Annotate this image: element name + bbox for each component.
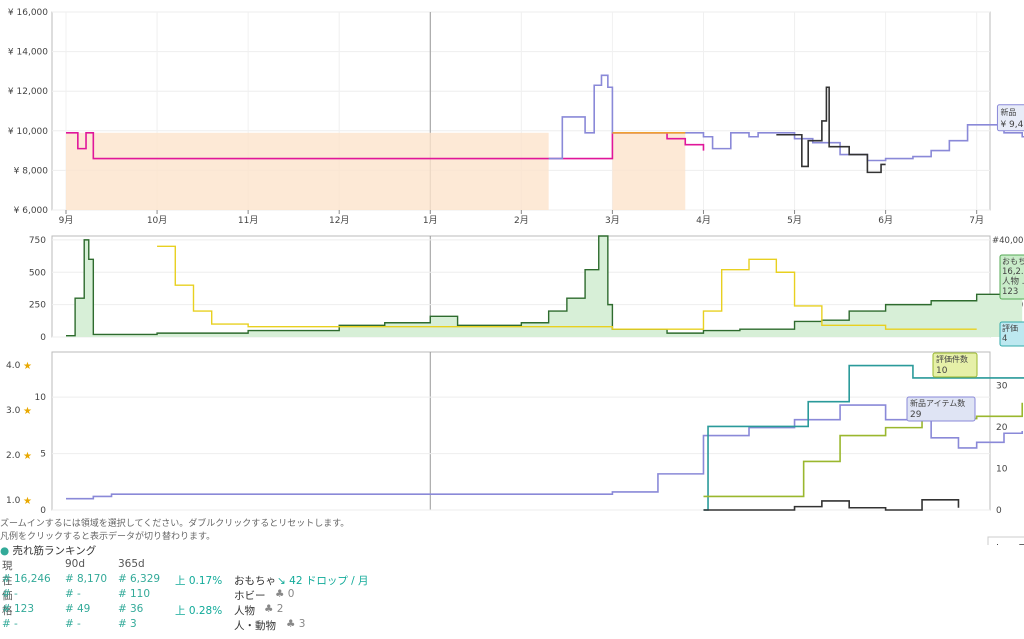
zoom-hint: ズームインするには領域を選択してください。ダブルクリックするとリセットします。 <box>0 519 350 529</box>
hash: # <box>118 573 127 585</box>
rank-y-right-tick: #40,000 <box>992 236 1024 246</box>
rank-change: 上 0.17% <box>175 575 223 587</box>
month-tick-label: 4月 <box>696 215 711 226</box>
rank-current: - <box>14 588 18 600</box>
rating-label-0: 評価件数 <box>936 354 968 364</box>
rank-category: ホビー <box>234 590 266 602</box>
hash: # <box>65 618 74 630</box>
month-tick-label: 6月 <box>878 215 893 226</box>
price-annotation-value: ¥ 9,499 <box>1000 120 1024 130</box>
rank-365d: 36 <box>130 603 144 615</box>
star-icon: ★ <box>23 451 32 462</box>
rating-y-right-tick: 20 <box>996 423 1008 433</box>
price-y-tick: ¥ 10,000 <box>8 127 48 137</box>
rank-365d: 110 <box>130 588 151 600</box>
rank-current: 123 <box>14 603 35 615</box>
rank-90d: - <box>77 588 81 600</box>
rating-star-tick: 4.0 <box>6 361 21 371</box>
hash: # <box>118 618 127 630</box>
date-tooltip-text: 火, 6月 <box>992 543 1024 545</box>
rank-y-tick: 0 <box>40 333 46 343</box>
rank-y-tick: 750 <box>29 236 46 246</box>
subcategory-count: ♣ 2 <box>264 603 284 615</box>
star-icon: ★ <box>23 406 32 417</box>
hash: # <box>2 573 11 585</box>
rank-badge-value-0-1: 人物 .. <box>1002 276 1024 287</box>
month-tick-label: 10月 <box>147 215 167 226</box>
rank-y-tick: 250 <box>29 301 46 311</box>
rating-star-tick: 2.0 <box>6 451 21 461</box>
month-tick-label: 11月 <box>238 215 258 226</box>
header-365d: 365d <box>118 558 145 570</box>
rank-365d: 3 <box>130 618 137 630</box>
rating-y-tick: 10 <box>35 393 47 403</box>
rank-category: 人・動物 <box>234 620 276 632</box>
rank-badge-label-0: おもちゃ <box>1002 257 1024 266</box>
rank-90d: 49 <box>77 603 91 615</box>
subcategory-count: ♣ 3 <box>286 618 306 630</box>
star-icon: ★ <box>23 496 32 507</box>
price-y-tick: ¥ 6,000 <box>14 206 49 216</box>
month-tick-label: 7月 <box>969 215 984 226</box>
drop-rate: ↘ 42 ドロップ / 月 <box>277 575 369 587</box>
month-tick-label: 1月 <box>423 215 438 226</box>
hash: # <box>2 603 11 615</box>
rank-category: おもちゃ <box>234 575 276 587</box>
price-y-tick: ¥ 14,000 <box>8 48 48 58</box>
rating-label-1: 新品アイテム数 <box>910 398 965 408</box>
month-tick-label: 9月 <box>59 215 74 226</box>
rating-y-right-tick: 30 <box>996 381 1008 391</box>
rank-badge-value-1-0: 4 <box>1002 334 1007 344</box>
rank-change: 上 0.28% <box>175 605 223 617</box>
rank-badge-value-0-2: 123 <box>1002 287 1018 297</box>
subcategory-count: ♣ 0 <box>275 588 295 600</box>
rating-y-right-tick: 10 <box>996 464 1008 474</box>
rating-label-value-1: 29 <box>910 410 922 420</box>
price-y-tick: ¥ 12,000 <box>8 87 48 97</box>
hash: # <box>118 603 127 615</box>
rank-current: - <box>14 618 18 630</box>
rating-y-right-tick: 0 <box>996 506 1002 516</box>
rating-y-tick: 5 <box>40 450 46 460</box>
rating-star-tick: 1.0 <box>6 496 21 506</box>
rating-y-tick: 0 <box>40 506 46 516</box>
month-tick-label: 3月 <box>605 215 620 226</box>
rank-90d: 8,170 <box>77 573 108 585</box>
legend-hint: 凡例をクリックすると表示データが切り替わります。 <box>0 532 216 542</box>
month-tick-label: 2月 <box>514 215 529 226</box>
rank-y-tick: 500 <box>29 268 46 278</box>
price-shaded-area <box>66 132 549 210</box>
rating-label-value-0: 10 <box>936 366 948 376</box>
rating-star-tick: 3.0 <box>6 406 21 416</box>
month-tick-label: 12月 <box>329 215 349 226</box>
month-tick-label: 5月 <box>787 215 802 226</box>
star-icon: ★ <box>23 361 32 372</box>
price-y-tick: ¥ 8,000 <box>14 166 49 176</box>
header-90d: 90d <box>65 558 86 570</box>
price-shaded-area <box>612 132 686 210</box>
rank-365d: 6,329 <box>130 573 161 585</box>
price-y-tick: ¥ 16,000 <box>8 8 48 18</box>
rank-badge-label-1: 評価 <box>1002 323 1018 333</box>
hash: # <box>2 588 11 600</box>
price-annotation-label: 新品 <box>1000 107 1016 117</box>
hash: # <box>65 573 74 585</box>
chart-canvas[interactable]: ¥ 6,000 ¥ 8,000 ¥ 10,000 ¥ 12,000 ¥ 14,000 ¥ … <box>0 0 1024 545</box>
rank-90d: - <box>77 618 81 630</box>
rank-category: 人物 <box>234 605 255 617</box>
rank-badge-value-0-0: 16,2.. <box>1002 267 1024 277</box>
hash: # <box>65 588 74 600</box>
hash: # <box>2 618 11 630</box>
hash: # <box>118 588 127 600</box>
sales-rank-title: ● 売れ筋ランキング <box>0 545 97 557</box>
section-dot-icon: ● <box>0 545 10 557</box>
rank-current: 16,246 <box>14 573 51 585</box>
hash: # <box>65 603 74 615</box>
